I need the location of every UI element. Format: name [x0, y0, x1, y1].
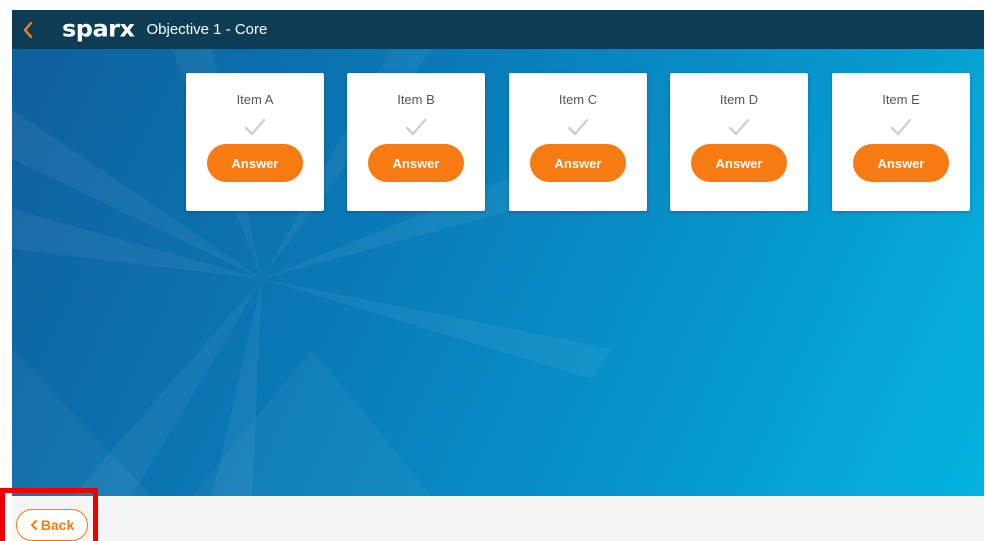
answer-button[interactable]: Answer: [207, 144, 303, 182]
answer-button[interactable]: Answer: [853, 144, 949, 182]
back-button[interactable]: Back: [16, 509, 88, 541]
back-chevron-icon[interactable]: [12, 10, 44, 49]
check-icon: [890, 118, 912, 136]
app-frame: sparx Objective 1 - Core Item A Answer I…: [12, 10, 984, 541]
task-area: Item A Answer Item B Answer Item C Answe…: [12, 49, 984, 496]
chevron-left-icon: [30, 520, 37, 530]
check-icon: [405, 118, 427, 136]
item-label: Item B: [397, 92, 435, 107]
item-label: Item C: [558, 92, 598, 107]
item-card-a: Item A Answer: [186, 73, 324, 211]
answer-button[interactable]: Answer: [368, 144, 464, 182]
item-card-c: Item C Answer: [509, 73, 647, 211]
item-card-e: Item E Answer: [832, 73, 970, 211]
page-title: Objective 1 - Core: [146, 21, 268, 38]
back-button-label: Back: [40, 517, 75, 533]
top-bar: sparx Objective 1 - Core: [12, 10, 984, 49]
check-icon: [244, 118, 266, 136]
answer-button[interactable]: Answer: [691, 144, 787, 182]
answer-button[interactable]: Answer: [530, 144, 626, 182]
check-icon: [728, 118, 750, 136]
item-label: Item E: [882, 92, 920, 107]
footer-bar: Back: [12, 496, 984, 541]
item-card-b: Item B Answer: [347, 73, 485, 211]
sparx-logo: sparx: [62, 15, 135, 43]
item-card-d: Item D Answer: [670, 73, 808, 211]
item-label: Item A: [236, 92, 274, 107]
item-label: Item D: [719, 92, 759, 107]
check-icon: [567, 118, 589, 136]
